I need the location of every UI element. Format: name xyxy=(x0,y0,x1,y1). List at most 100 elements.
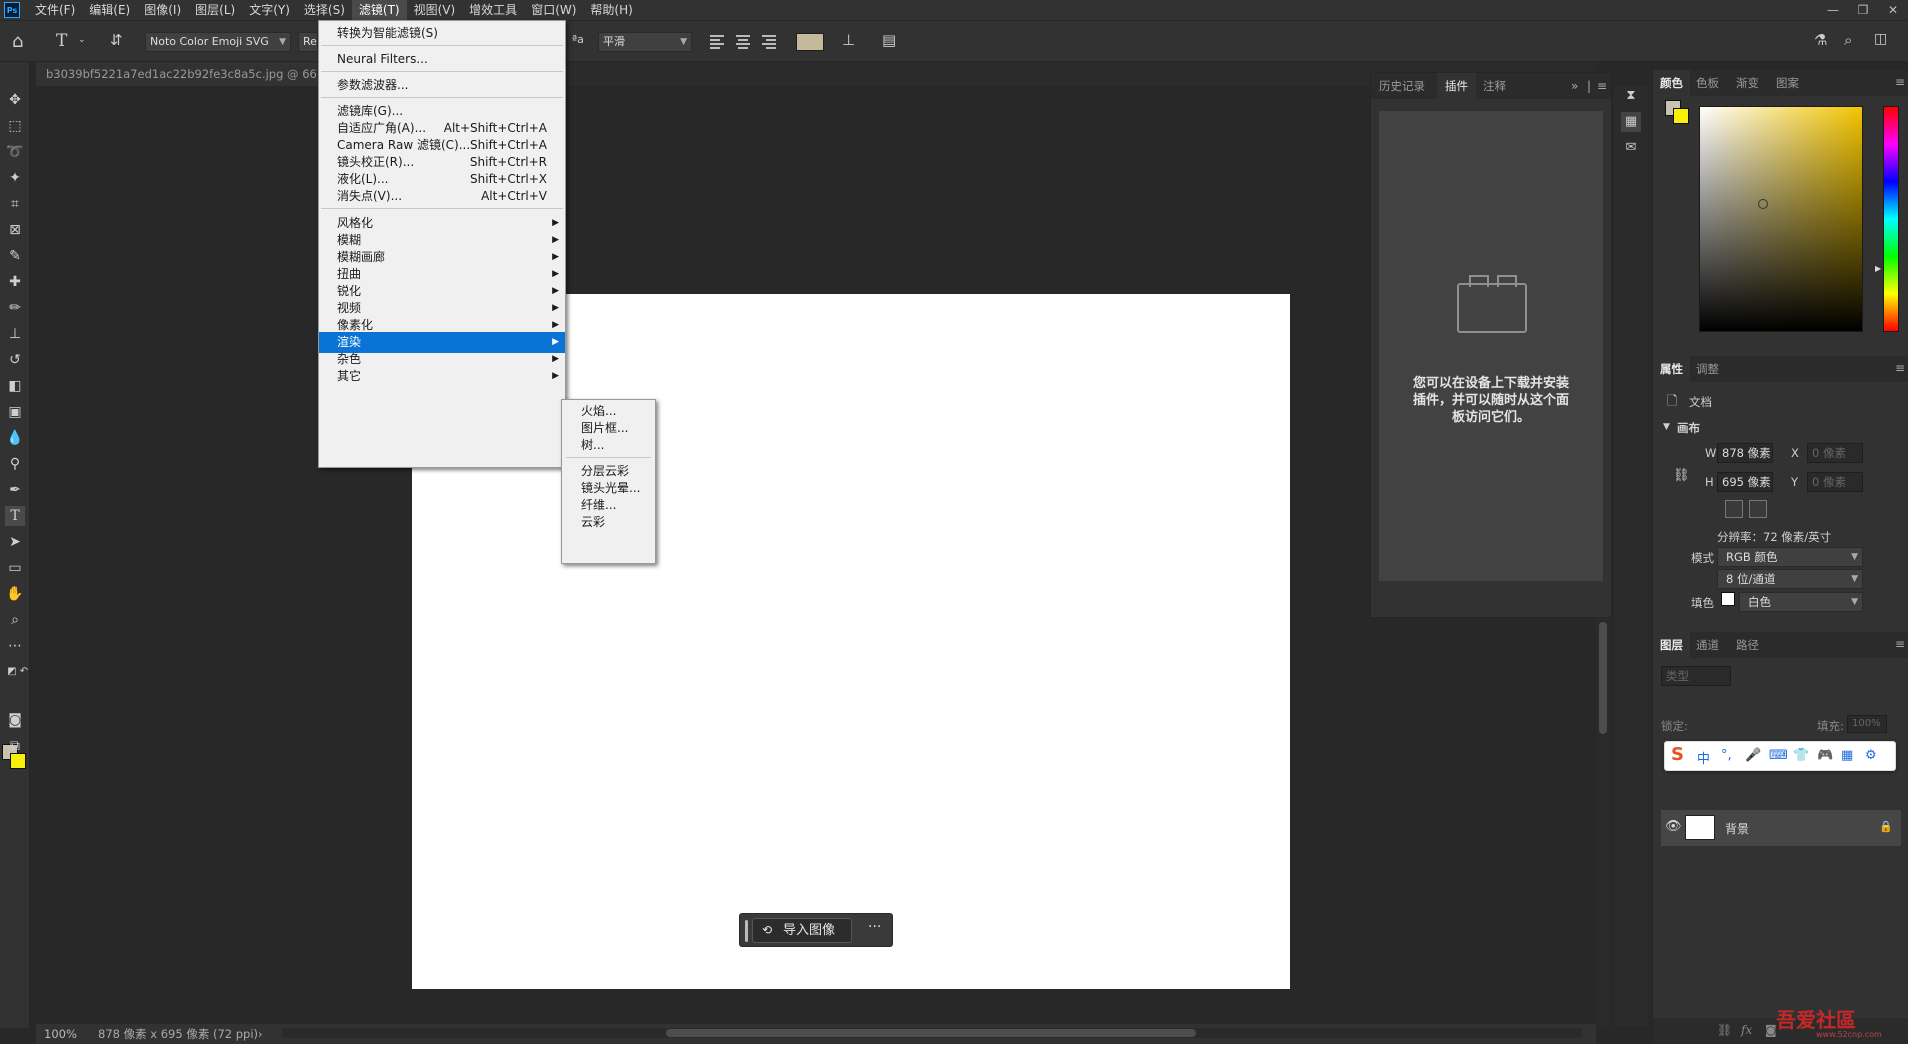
screen-mode-icon[interactable]: ⧉ xyxy=(5,736,25,756)
lock-icon[interactable]: 🔒 xyxy=(1879,820,1893,833)
menu-item-4[interactable]: 文字(Y) xyxy=(242,0,297,20)
text-tool-icon[interactable]: T xyxy=(56,31,67,51)
hand-tool-icon[interactable]: ✋ xyxy=(5,584,25,604)
fill-color-swatch[interactable] xyxy=(1721,592,1735,606)
menu-item-8[interactable]: 增效工具 xyxy=(462,0,524,20)
tab-color[interactable]: 颜色 xyxy=(1653,70,1690,96)
keyboard-icon[interactable]: ⌨ xyxy=(1769,748,1788,763)
vertical-scrollbar[interactable] xyxy=(1596,616,1610,1026)
align-left-button[interactable] xyxy=(708,33,728,51)
menu-item-9[interactable]: 窗口(W) xyxy=(524,0,583,20)
zoom-tool-icon[interactable]: ⌕ xyxy=(5,610,25,630)
background-color-swatch[interactable] xyxy=(1673,108,1689,124)
bit-depth-select[interactable]: 8 位/通道 ▼ xyxy=(1717,569,1863,589)
flask-icon[interactable]: ⚗ xyxy=(1814,31,1827,49)
x-field[interactable]: 0 像素 xyxy=(1807,443,1863,463)
width-field[interactable]: 878 像素 xyxy=(1717,443,1773,463)
antialias-select[interactable]: 平滑 ▼ xyxy=(598,32,692,52)
pen-tool-icon[interactable]: ✒ xyxy=(5,480,25,500)
drag-handle[interactable] xyxy=(745,920,748,942)
layer-row[interactable]: 👁 背景 🔒 xyxy=(1661,810,1901,846)
layer-kind-filter[interactable]: 类型 xyxy=(1661,666,1731,686)
document-tab[interactable]: b3039bf5221a7ed1ac22b92fe3c8a5c.jpg @ 66… xyxy=(36,62,321,86)
eyedropper-tool-icon[interactable]: ✎ xyxy=(5,246,25,266)
rectangle-tool-icon[interactable]: ▭ xyxy=(5,558,25,578)
workspace-icon[interactable]: ◫ xyxy=(1874,31,1887,47)
text-color-swatch[interactable] xyxy=(796,33,824,51)
filter-menu-item-0[interactable]: 转换为智能滤镜(S) xyxy=(319,23,565,44)
link-layers-icon[interactable]: ⛓ xyxy=(1717,1023,1732,1037)
stamp-tool-icon[interactable]: ⊥ xyxy=(5,324,25,344)
tab-properties[interactable]: 属性 xyxy=(1653,356,1690,382)
hue-slider[interactable] xyxy=(1883,106,1899,332)
close-icon[interactable]: ✕ xyxy=(1878,0,1908,20)
gradient-tool-icon[interactable]: ▣ xyxy=(5,402,25,422)
punctuation-icon[interactable]: °, xyxy=(1721,748,1732,763)
link-icon[interactable]: ⛓ xyxy=(1673,468,1690,483)
scrollbar-thumb[interactable] xyxy=(666,1029,1196,1037)
blur-tool-icon[interactable]: 💧 xyxy=(5,428,25,448)
canvas-area[interactable] xyxy=(36,86,1596,1024)
menu-item-5[interactable]: 选择(S) xyxy=(297,0,352,20)
minimize-icon[interactable]: — xyxy=(1818,0,1848,20)
swap-colors-icon[interactable]: ↶ xyxy=(14,662,34,682)
zoom-level[interactable]: 100% xyxy=(44,1024,77,1044)
import-image-button[interactable]: ⟲ 导入图像 xyxy=(752,918,852,943)
chevron-down-icon[interactable]: ▼ xyxy=(1663,422,1670,432)
toolbox-icon[interactable]: ▦ xyxy=(1841,748,1853,763)
comments-icon[interactable]: ✉ xyxy=(1621,138,1641,158)
filter-menu-item-1[interactable]: Neural Filters... xyxy=(319,49,565,70)
ime-logo[interactable]: S xyxy=(1671,744,1684,765)
restore-icon[interactable]: ❐ xyxy=(1848,0,1878,20)
home-icon[interactable]: ⌂ xyxy=(12,31,23,52)
more-tools-icon[interactable]: ⋯ xyxy=(5,636,25,656)
collapse-icon[interactable]: » xyxy=(1571,79,1578,93)
lasso-tool-icon[interactable]: ➰ xyxy=(5,142,25,162)
menu-item-10[interactable]: 帮助(H) xyxy=(583,0,639,20)
history-brush-tool-icon[interactable]: ↺ xyxy=(5,350,25,370)
tab-adjustments[interactable]: 调整 xyxy=(1689,356,1726,382)
layer-name[interactable]: 背景 xyxy=(1725,820,1749,837)
eye-icon[interactable]: 👁 xyxy=(1665,819,1682,834)
chevron-down-icon[interactable]: ⌄ xyxy=(78,35,86,45)
settings-icon[interactable]: ⚙ xyxy=(1865,748,1877,763)
ime-language[interactable]: 中 xyxy=(1697,748,1710,767)
more-options-button[interactable]: ··· xyxy=(868,919,881,935)
height-field[interactable]: 695 像素 xyxy=(1717,472,1773,492)
skin-icon[interactable]: 👕 xyxy=(1793,748,1809,763)
tab-layers[interactable]: 图层 xyxy=(1653,632,1690,658)
magic-wand-tool-icon[interactable]: ✦ xyxy=(5,168,25,188)
tab-notes[interactable]: 注释 xyxy=(1475,73,1514,99)
character-panel-icon[interactable]: ▤ xyxy=(882,31,896,49)
tab-channels[interactable]: 通道 xyxy=(1689,632,1726,658)
color-picker-field[interactable] xyxy=(1699,106,1863,332)
add-mask-icon[interactable]: ◙ xyxy=(1765,1023,1777,1037)
panel-menu-icon[interactable]: ≡ xyxy=(1895,75,1905,89)
render-submenu-item-6[interactable]: 云彩 xyxy=(562,512,655,533)
y-field[interactable]: 0 像素 xyxy=(1807,472,1863,492)
panel-menu-icon[interactable]: ≡ xyxy=(1895,361,1905,375)
healing-brush-tool-icon[interactable]: ✚ xyxy=(5,272,25,292)
menu-item-3[interactable]: 图层(L) xyxy=(188,0,242,20)
filter-menu-item-2[interactable]: 参数滤波器... xyxy=(319,75,565,96)
type-tool-icon[interactable]: T xyxy=(5,506,25,526)
status-arrow-icon[interactable]: › xyxy=(258,1024,263,1044)
tab-swatches[interactable]: 色板 xyxy=(1689,70,1726,96)
filter-menu-item-18[interactable]: 其它 ▶ xyxy=(319,366,565,387)
text-orientation-icon[interactable]: ⇵ xyxy=(110,31,123,49)
brush-tool-icon[interactable]: ✏ xyxy=(5,298,25,318)
color-mode-select[interactable]: RGB 颜色 ▼ xyxy=(1717,547,1863,567)
move-tool-icon[interactable]: ✥ xyxy=(5,90,25,110)
menu-item-1[interactable]: 编辑(E) xyxy=(82,0,137,20)
landscape-orientation-button[interactable] xyxy=(1749,500,1767,518)
tab-plugins[interactable]: 插件 xyxy=(1437,73,1476,99)
menu-item-6[interactable]: 滤镜(T) xyxy=(351,0,407,20)
filter-menu-item-8[interactable]: 消失点(V)... Alt+Ctrl+V xyxy=(319,186,565,207)
plugins-icon[interactable]: ▦ xyxy=(1621,112,1641,132)
menu-item-2[interactable]: 图像(I) xyxy=(137,0,188,20)
panel-menu-icon[interactable]: ≡ xyxy=(1895,637,1905,651)
layer-fill-field[interactable]: 100% xyxy=(1847,715,1887,733)
horizontal-scrollbar[interactable] xyxy=(282,1028,1582,1038)
align-center-button[interactable] xyxy=(734,33,754,51)
menu-item-0[interactable]: 文件(F) xyxy=(28,0,82,20)
